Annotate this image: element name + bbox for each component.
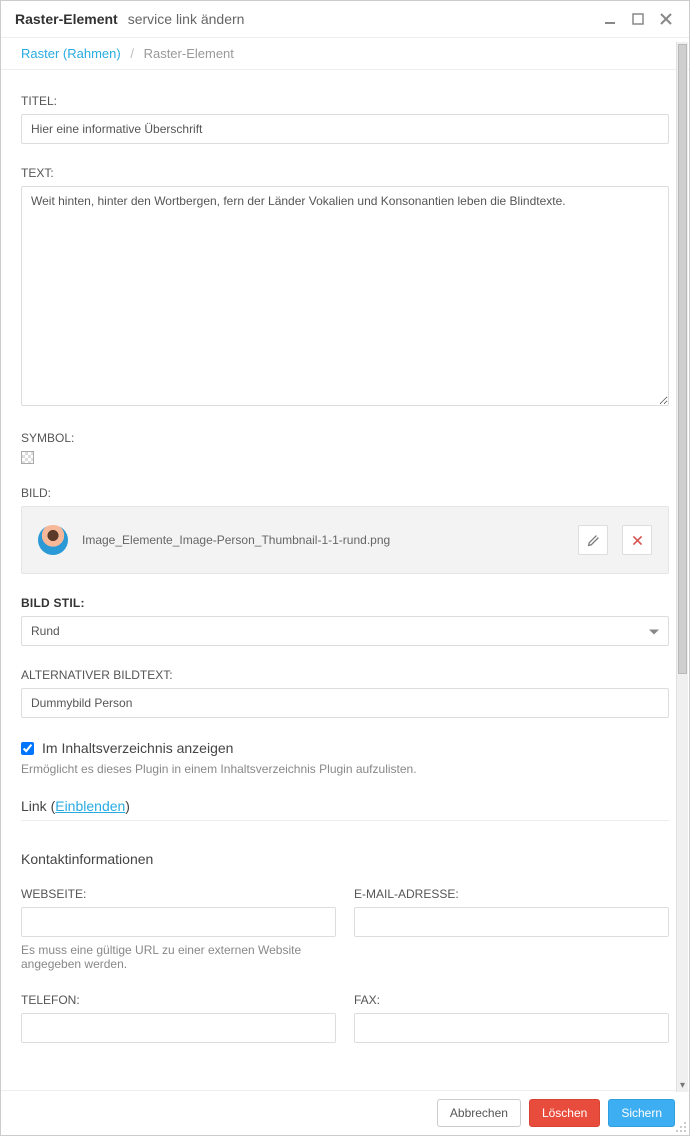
link-section-title: Link (Einblenden)	[21, 798, 669, 821]
modal-window: Raster-Element service link ändern Raste…	[0, 0, 690, 1136]
alt-text-label: ALTERNATIVER BILDTEXT:	[21, 668, 669, 682]
remove-image-button[interactable]	[622, 525, 652, 555]
edit-image-button[interactable]	[578, 525, 608, 555]
webseite-help: Es muss eine gültige URL zu einer extern…	[21, 943, 336, 971]
telefon-input[interactable]	[21, 1013, 336, 1043]
bild-label: BILD:	[21, 486, 669, 500]
webseite-label: WEBSEITE:	[21, 887, 336, 901]
close-icon[interactable]	[657, 10, 675, 28]
breadcrumb-separator: /	[130, 46, 134, 61]
resize-grip-icon[interactable]	[675, 1121, 687, 1133]
form-content: TITEL: TEXT: Weit hinten, hinter den Wor…	[1, 70, 689, 1090]
cancel-button[interactable]: Abbrechen	[437, 1099, 521, 1127]
titlebar: Raster-Element service link ändern	[1, 1, 689, 38]
link-expand-toggle[interactable]: Einblenden	[55, 798, 125, 814]
image-thumbnail	[38, 525, 68, 555]
email-input[interactable]	[354, 907, 669, 937]
bild-stil-label: BILD STIL:	[21, 596, 669, 610]
titel-input[interactable]	[21, 114, 669, 144]
fax-label: FAX:	[354, 993, 669, 1007]
save-button[interactable]: Sichern	[608, 1099, 675, 1127]
window-subtitle: service link ändern	[128, 11, 245, 27]
window-title: Raster-Element	[15, 11, 118, 27]
maximize-icon[interactable]	[629, 10, 647, 28]
scrollbar-thumb[interactable]	[678, 44, 687, 674]
webseite-input[interactable]	[21, 907, 336, 937]
contact-heading: Kontaktinformationen	[21, 851, 669, 867]
minimize-icon[interactable]	[601, 10, 619, 28]
email-label: E-MAIL-ADRESSE:	[354, 887, 669, 901]
delete-button[interactable]: Löschen	[529, 1099, 600, 1127]
text-label: TEXT:	[21, 166, 669, 180]
footer: Abbrechen Löschen Sichern	[1, 1090, 689, 1135]
telefon-label: TELEFON:	[21, 993, 336, 1007]
image-box: Image_Elemente_Image-Person_Thumbnail-1-…	[21, 506, 669, 574]
fax-input[interactable]	[354, 1013, 669, 1043]
breadcrumb: Raster (Rahmen) / Raster-Element	[1, 38, 689, 70]
toc-checkbox[interactable]	[21, 742, 34, 755]
toc-checkbox-label[interactable]: Im Inhaltsverzeichnis anzeigen	[42, 740, 233, 756]
vertical-scrollbar[interactable]: ▾	[676, 42, 688, 1092]
breadcrumb-parent-link[interactable]: Raster (Rahmen)	[21, 46, 121, 61]
symbol-swatch[interactable]	[21, 451, 34, 464]
titel-label: TITEL:	[21, 94, 669, 108]
breadcrumb-current: Raster-Element	[144, 46, 234, 61]
symbol-label: SYMBOL:	[21, 431, 669, 445]
bild-stil-select[interactable]: Rund	[21, 616, 669, 646]
text-textarea[interactable]: Weit hinten, hinter den Wortbergen, fern…	[21, 186, 669, 406]
toc-help-text: Ermöglicht es dieses Plugin in einem Inh…	[21, 762, 669, 776]
alt-text-input[interactable]	[21, 688, 669, 718]
image-filename: Image_Elemente_Image-Person_Thumbnail-1-…	[82, 533, 564, 547]
